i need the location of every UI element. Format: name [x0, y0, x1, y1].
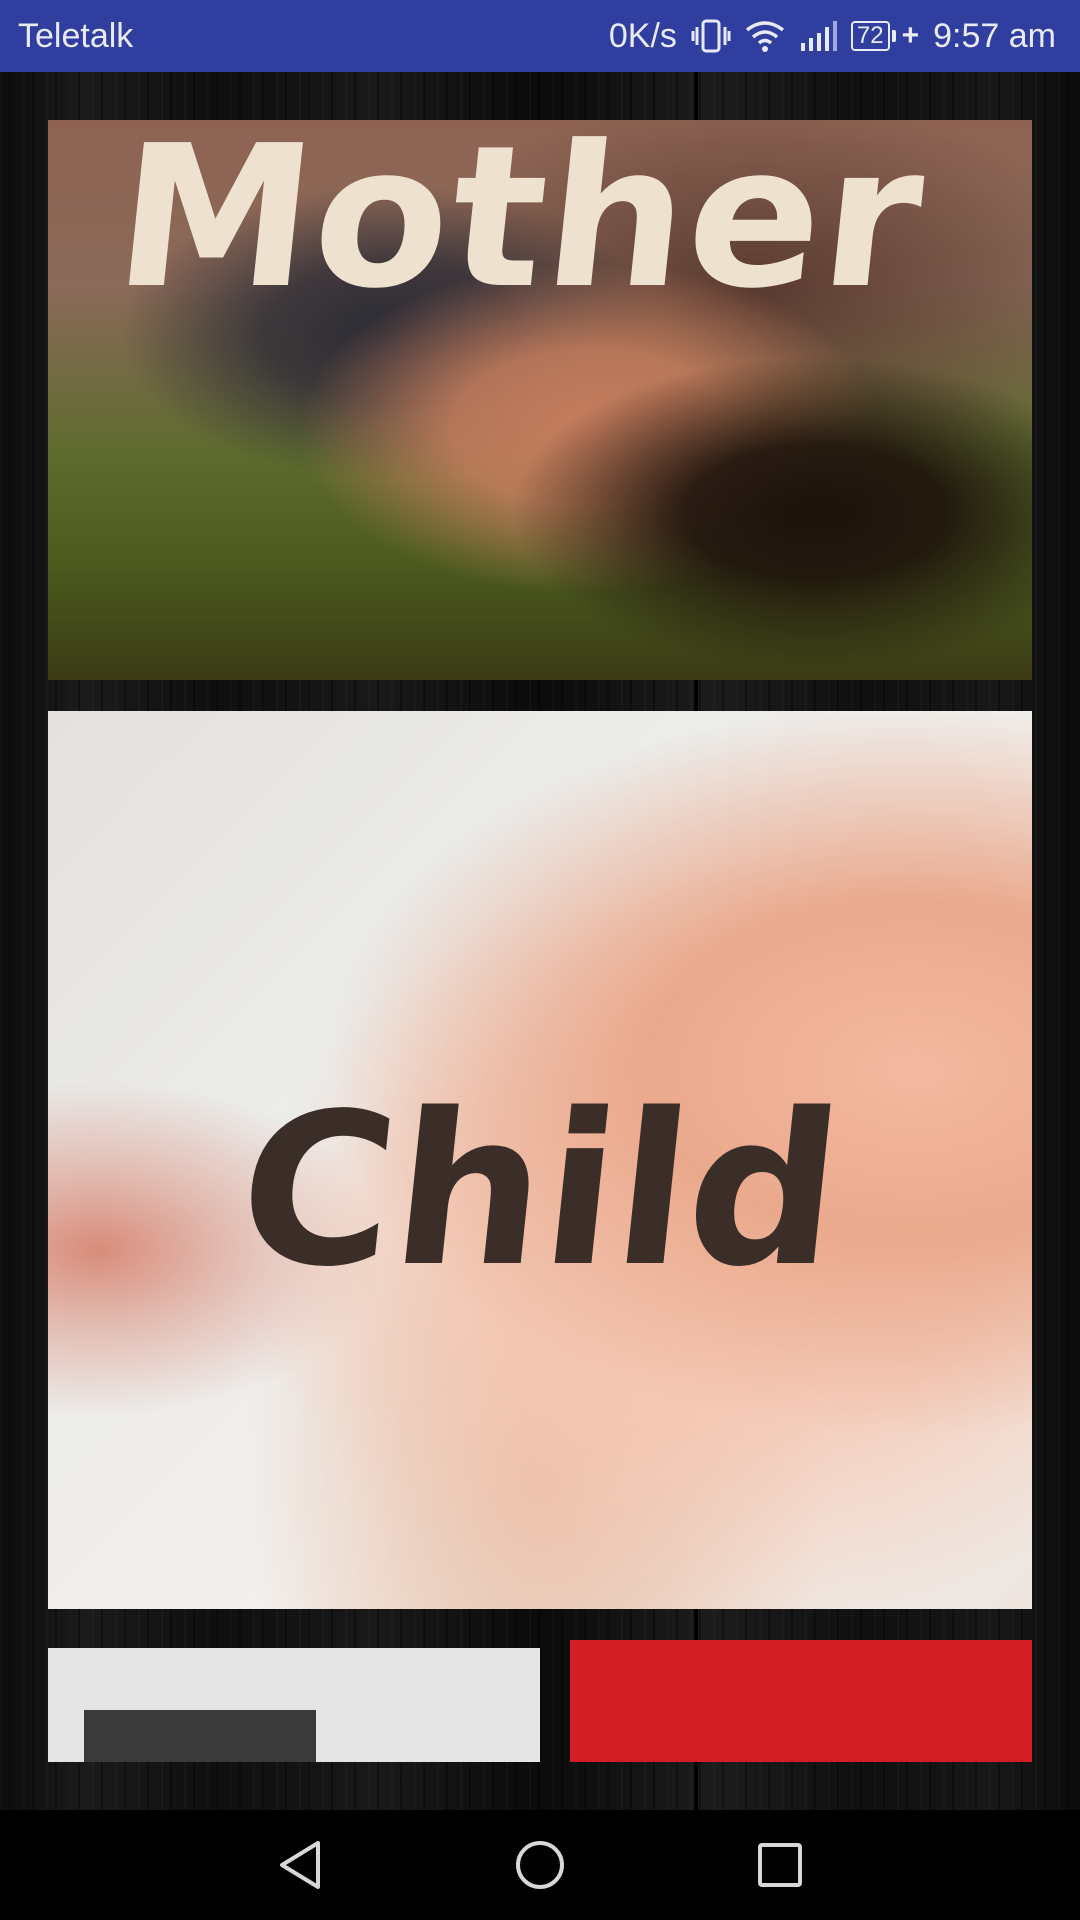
mother-category-card[interactable]: Mother	[48, 120, 1032, 680]
recents-icon	[758, 1843, 802, 1887]
red-category-tile[interactable]	[570, 1640, 1032, 1762]
navigation-bar	[0, 1810, 1080, 1920]
network-speed: 0K/s	[608, 16, 677, 55]
status-indicators: 0K/s 72 + 9:57 am	[609, 17, 1056, 56]
main-content: Mother Child	[0, 72, 1080, 1810]
home-button[interactable]	[420, 1810, 660, 1920]
charging-icon: +	[901, 19, 920, 52]
status-bar: Teletalk 0K/s 72 + 9:57 am	[0, 0, 1080, 72]
back-button[interactable]	[180, 1810, 420, 1920]
tile-graphic	[84, 1710, 316, 1762]
vibrate-icon	[691, 19, 731, 53]
recents-button[interactable]	[660, 1810, 900, 1920]
home-icon	[516, 1841, 564, 1889]
child-category-card[interactable]: Child	[48, 711, 1032, 1609]
child-card-label: Child	[228, 1068, 852, 1313]
screen: Teletalk 0K/s 72 + 9:57 am Mother Child	[0, 0, 1080, 1920]
battery-icon: 72 +	[850, 19, 920, 53]
back-icon	[280, 1841, 320, 1889]
clock: 9:57 am	[933, 16, 1056, 55]
mother-card-label: Mother	[106, 120, 935, 332]
grey-category-tile[interactable]	[48, 1648, 540, 1762]
carrier-name: Teletalk	[18, 16, 134, 55]
battery-level: 72	[850, 21, 890, 51]
signal-icon	[799, 21, 837, 51]
wifi-icon	[745, 20, 785, 52]
